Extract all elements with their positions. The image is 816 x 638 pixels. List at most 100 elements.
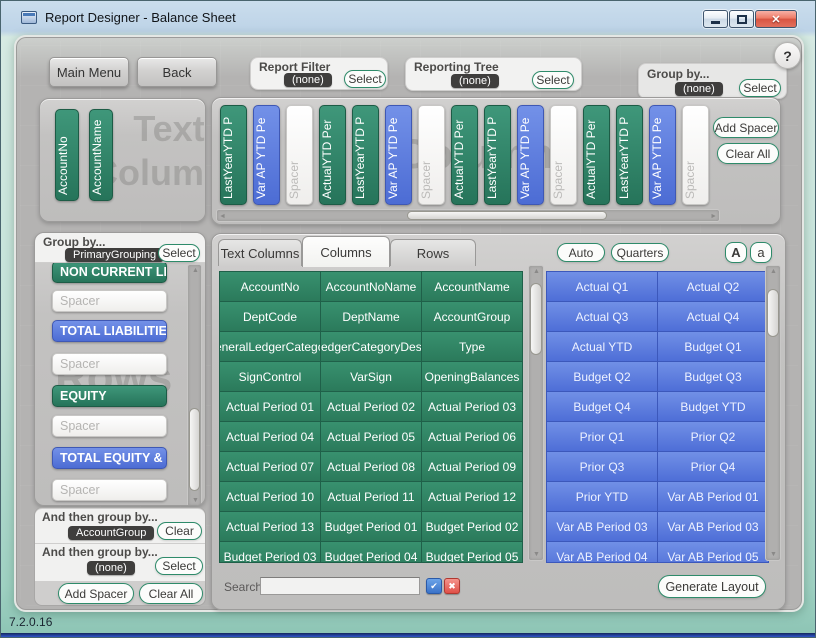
spacer-chip[interactable]: Spacer [418, 105, 445, 205]
period-field-button[interactable]: Var AB Period 03 [547, 512, 657, 541]
uppercase-button[interactable]: A [725, 242, 747, 263]
rows-clear-all-button[interactable]: Clear All [139, 583, 203, 604]
text-column-chip[interactable]: AccountName [89, 109, 113, 201]
scroll-up-icon[interactable]: ▲ [192, 267, 199, 274]
rows-add-spacer-button[interactable]: Add Spacer [58, 583, 134, 604]
spacer-chip[interactable]: Spacer [550, 105, 577, 205]
reporting-tree-select-button[interactable]: Select [532, 71, 574, 89]
spacer-chip[interactable]: Spacer [52, 353, 167, 375]
rows-scrollbar-thumb[interactable] [189, 408, 200, 491]
rows-scrollbar[interactable]: ▲ ▼ [187, 264, 202, 506]
column-chip[interactable]: Var AP YTD Pe [649, 105, 676, 205]
period-field-button[interactable]: Budget Q3 [658, 362, 768, 391]
column-field-button[interactable]: Type [422, 332, 522, 361]
column-field-button[interactable]: Actual Period 13 [220, 512, 320, 541]
spacer-chip[interactable]: Spacer [682, 105, 709, 205]
period-field-button[interactable]: Var AB Period 03 [658, 512, 768, 541]
spacer-chip[interactable]: Spacer [52, 415, 167, 437]
scroll-up-icon[interactable]: ▲ [770, 268, 777, 275]
column-field-button[interactable]: VarSign [321, 362, 421, 391]
column-field-button[interactable]: Actual Period 07 [220, 452, 320, 481]
period-field-button[interactable]: Actual Q2 [658, 272, 768, 301]
back-button[interactable]: Back [137, 57, 217, 87]
column-field-button[interactable]: AccountNo [220, 272, 320, 301]
column-field-button[interactable]: AccountGroup [422, 302, 522, 331]
period-field-button[interactable]: Prior Q4 [658, 452, 768, 481]
period-field-button[interactable]: Actual Q4 [658, 302, 768, 331]
column-field-button[interactable]: Actual Period 11 [321, 482, 421, 511]
column-field-button[interactable]: Actual Period 12 [422, 482, 522, 511]
main-menu-button[interactable]: Main Menu [49, 57, 129, 87]
column-field-button[interactable]: Budget Period 01 [321, 512, 421, 541]
period-field-button[interactable]: Budget Q1 [658, 332, 768, 361]
period-field-button[interactable]: Budget Q4 [547, 392, 657, 421]
period-field-button[interactable]: Prior Q3 [547, 452, 657, 481]
column-field-button[interactable]: LedgerCategoryDesc [321, 332, 421, 361]
auto-button[interactable]: Auto [557, 243, 605, 262]
column-field-button[interactable]: Actual Period 04 [220, 422, 320, 451]
tab-text-columns[interactable]: Text Columns [218, 239, 302, 266]
column-field-button[interactable]: Actual Period 09 [422, 452, 522, 481]
period-field-button[interactable]: Var AB Period 05 [658, 542, 768, 563]
tab-rows[interactable]: Rows [390, 239, 476, 266]
search-input[interactable] [260, 577, 420, 595]
group-by-select-button[interactable]: Select [158, 244, 200, 262]
column-field-button[interactable]: Actual Period 10 [220, 482, 320, 511]
spacer-chip[interactable]: Spacer [52, 479, 167, 501]
column-field-button[interactable]: DeptName [321, 302, 421, 331]
column-chip[interactable]: ActualYTD Per [319, 105, 346, 205]
periods-scrollbar[interactable]: ▲ ▼ [765, 265, 781, 561]
row-group-chip[interactable]: EQUITY [52, 385, 167, 407]
column-field-button[interactable]: Budget Period 05 [422, 542, 522, 563]
column-chip[interactable]: ActualYTD Per [583, 105, 610, 205]
period-field-button[interactable]: Prior YTD [547, 482, 657, 511]
column-field-button[interactable]: Actual Period 08 [321, 452, 421, 481]
column-field-button[interactable]: DeptCode [220, 302, 320, 331]
period-field-button[interactable]: Budget YTD [658, 392, 768, 421]
column-field-button[interactable]: GeneralLedgerCategory [220, 332, 320, 361]
report-filter-select-button[interactable]: Select [344, 70, 386, 88]
column-field-button[interactable]: OpeningBalances [422, 362, 522, 391]
columns-scrollbar-thumb[interactable] [407, 211, 607, 220]
fields-scrollbar[interactable]: ▲ ▼ [528, 265, 544, 561]
column-field-button[interactable]: Actual Period 05 [321, 422, 421, 451]
tab-columns[interactable]: Columns [302, 236, 390, 267]
maximize-button[interactable] [729, 10, 754, 28]
period-field-button[interactable]: Prior Q1 [547, 422, 657, 451]
period-field-button[interactable]: Var AB Period 04 [547, 542, 657, 563]
period-field-button[interactable]: Var AB Period 01 [658, 482, 768, 511]
row-group-chip[interactable]: TOTAL EQUITY & LI [52, 447, 167, 469]
spacer-chip[interactable]: Spacer [52, 290, 167, 312]
help-button[interactable]: ? [774, 42, 801, 69]
period-field-button[interactable]: Budget Q2 [547, 362, 657, 391]
column-field-button[interactable]: Budget Period 04 [321, 542, 421, 563]
column-field-button[interactable]: SignControl [220, 362, 320, 391]
column-chip[interactable]: LastYearYTD P [616, 105, 643, 205]
periods-scrollbar-thumb[interactable] [767, 289, 779, 337]
column-chip[interactable]: ActualYTD Per [451, 105, 478, 205]
columns-scrollbar[interactable]: ◄ ► [216, 209, 720, 222]
period-field-button[interactable]: Actual Q3 [547, 302, 657, 331]
close-button[interactable]: ✕ [755, 10, 797, 28]
quarters-button[interactable]: Quarters [611, 243, 669, 262]
column-chip[interactable]: LastYearYTD P [220, 105, 247, 205]
scroll-up-icon[interactable]: ▲ [533, 268, 540, 275]
column-field-button[interactable]: AccountName [422, 272, 522, 301]
search-clear-button[interactable]: ✖ [444, 578, 460, 594]
scroll-left-icon[interactable]: ◄ [219, 213, 226, 220]
columns-add-spacer-button[interactable]: Add Spacer [713, 117, 779, 138]
column-chip[interactable]: LastYearYTD P [352, 105, 379, 205]
scroll-down-icon[interactable]: ▼ [533, 551, 540, 558]
column-field-button[interactable]: Budget Period 03 [220, 542, 320, 563]
group-by-top-select-button[interactable]: Select [739, 79, 781, 97]
search-apply-button[interactable]: ✔ [426, 578, 442, 594]
then-group-2-select-button[interactable]: Select [155, 557, 203, 575]
column-chip[interactable]: Var AP YTD Pe [253, 105, 280, 205]
column-field-button[interactable]: Budget Period 02 [422, 512, 522, 541]
lowercase-button[interactable]: a [750, 242, 772, 263]
then-group-1-clear-button[interactable]: Clear [157, 522, 202, 540]
minimize-button[interactable] [703, 10, 728, 28]
scroll-down-icon[interactable]: ▼ [770, 551, 777, 558]
column-field-button[interactable]: Actual Period 01 [220, 392, 320, 421]
column-field-button[interactable]: Actual Period 03 [422, 392, 522, 421]
